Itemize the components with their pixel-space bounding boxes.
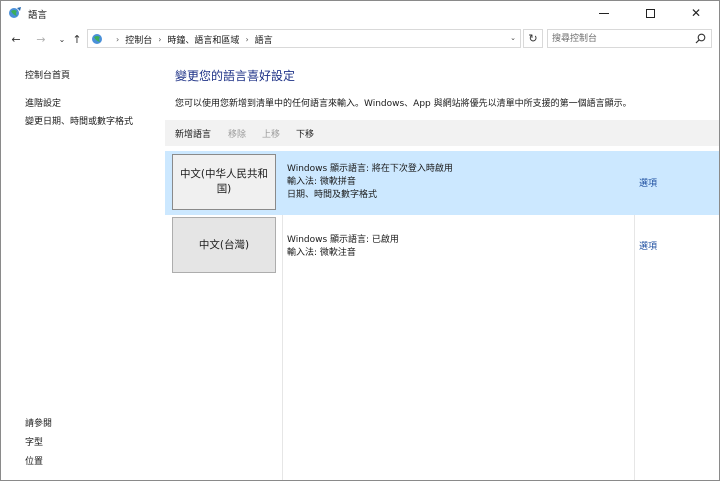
input-method: 輸入法: 微軟拼音 xyxy=(287,177,356,187)
breadcrumb-control-panel[interactable]: 控制台 xyxy=(125,33,152,46)
up-arrow-icon: ↑ xyxy=(72,32,82,46)
move-down-button[interactable]: 下移 xyxy=(296,127,314,140)
chevron-right-icon: › xyxy=(158,35,162,44)
control-panel-icon xyxy=(9,7,21,18)
language-row-zh-tw[interactable]: 中文(台灣) Windows 顯示語言: 已啟用 輸入法: 微軟注音 選項 xyxy=(165,214,719,278)
add-language-button[interactable]: 新增語言 xyxy=(175,127,211,140)
window-title: 語言 xyxy=(28,10,48,21)
options-link-zh-tw[interactable]: 選項 xyxy=(639,239,657,252)
page-description: 您可以使用您新增到清單中的任何語言來輸入。Windows、App 與網站將優先以… xyxy=(175,99,632,109)
language-details: Windows 顯示語言: 將在下次登入時啟用 輸入法: 微軟拼音 日期、時間及… xyxy=(287,163,453,202)
remove-button[interactable]: 移除 xyxy=(228,127,246,140)
language-details: Windows 顯示語言: 已啟用 輸入法: 微軟注音 xyxy=(287,234,399,260)
display-language-status: Windows 顯示語言: 將在下次登入時啟用 xyxy=(287,164,453,174)
search-input[interactable] xyxy=(552,32,687,45)
minimize-button[interactable] xyxy=(581,1,627,25)
maximize-icon xyxy=(645,8,655,18)
close-icon: ✕ xyxy=(690,6,702,20)
breadcrumb-clock-language-region[interactable]: 時鐘、語言和區域 xyxy=(167,33,239,46)
sidebar-link-location[interactable]: 位置 xyxy=(25,454,43,467)
see-also-heading: 請參閱 xyxy=(25,419,53,429)
language-button-zh-tw[interactable]: 中文(台灣) xyxy=(172,217,276,273)
address-bar[interactable]: › 控制台 › 時鐘、語言和區域 › 語言 ⌄ xyxy=(87,29,521,48)
chevron-down-icon: ⌄ xyxy=(58,34,66,44)
page-title: 變更您的語言喜好設定 xyxy=(175,69,296,83)
chevron-down-icon[interactable]: ⌄ xyxy=(510,34,516,42)
close-button[interactable]: ✕ xyxy=(673,1,719,25)
sidebar-link-fonts[interactable]: 字型 xyxy=(25,435,43,448)
sidebar: 控制台首頁 進階設定 變更日期、時間或數字格式 請參閱 字型 位置 xyxy=(1,51,161,480)
refresh-icon: ↻ xyxy=(528,32,538,45)
input-method: 輸入法: 微軟注音 xyxy=(287,248,356,258)
up-button[interactable]: ↑ xyxy=(68,28,86,50)
search-box[interactable] xyxy=(547,29,712,48)
language-list: 中文(中华人民共和国) Windows 顯示語言: 將在下次登入時啟用 輸入法:… xyxy=(165,151,719,480)
display-language-status: Windows 顯示語言: 已啟用 xyxy=(287,235,399,245)
chevron-right-icon: › xyxy=(245,35,249,44)
forward-arrow-icon: → xyxy=(36,32,46,46)
minimize-icon xyxy=(599,12,609,14)
sidebar-link-advanced-settings[interactable]: 進階設定 xyxy=(25,96,61,109)
language-toolbar: 新增語言 移除 上移 下移 xyxy=(165,120,719,146)
back-arrow-icon: ← xyxy=(11,32,21,46)
language-button-zh-cn[interactable]: 中文(中华人民共和国) xyxy=(172,154,276,210)
sidebar-link-control-panel-home[interactable]: 控制台首頁 xyxy=(25,68,70,81)
search-icon[interactable] xyxy=(695,33,706,44)
language-window: 語言 ✕ ← → ⌄ ↑ › 控制台 › 時鐘、語言和區域 › 語言 ⌄ ↻ 搜… xyxy=(0,0,720,481)
move-up-button[interactable]: 上移 xyxy=(262,127,280,140)
date-time-format: 日期、時間及數字格式 xyxy=(287,190,378,200)
breadcrumb: › 控制台 › 時鐘、語言和區域 › 語言 xyxy=(110,33,273,46)
options-link-zh-cn[interactable]: 選項 xyxy=(639,176,657,189)
maximize-button[interactable] xyxy=(627,1,673,25)
breadcrumb-language[interactable]: 語言 xyxy=(255,33,273,46)
back-button[interactable]: ← xyxy=(7,28,25,50)
language-row-zh-cn[interactable]: 中文(中华人民共和国) Windows 顯示語言: 將在下次登入時啟用 輸入法:… xyxy=(165,151,719,215)
refresh-button[interactable]: ↻ xyxy=(523,29,543,48)
title-bar: 語言 ✕ xyxy=(1,1,719,25)
chevron-right-icon: › xyxy=(116,35,120,44)
sidebar-link-change-date-time-format[interactable]: 變更日期、時間或數字格式 xyxy=(25,114,133,127)
forward-button[interactable]: → xyxy=(32,28,50,50)
control-panel-icon xyxy=(92,34,102,44)
navigation-bar: ← → ⌄ ↑ › 控制台 › 時鐘、語言和區域 › 語言 ⌄ ↻ xyxy=(1,28,719,50)
